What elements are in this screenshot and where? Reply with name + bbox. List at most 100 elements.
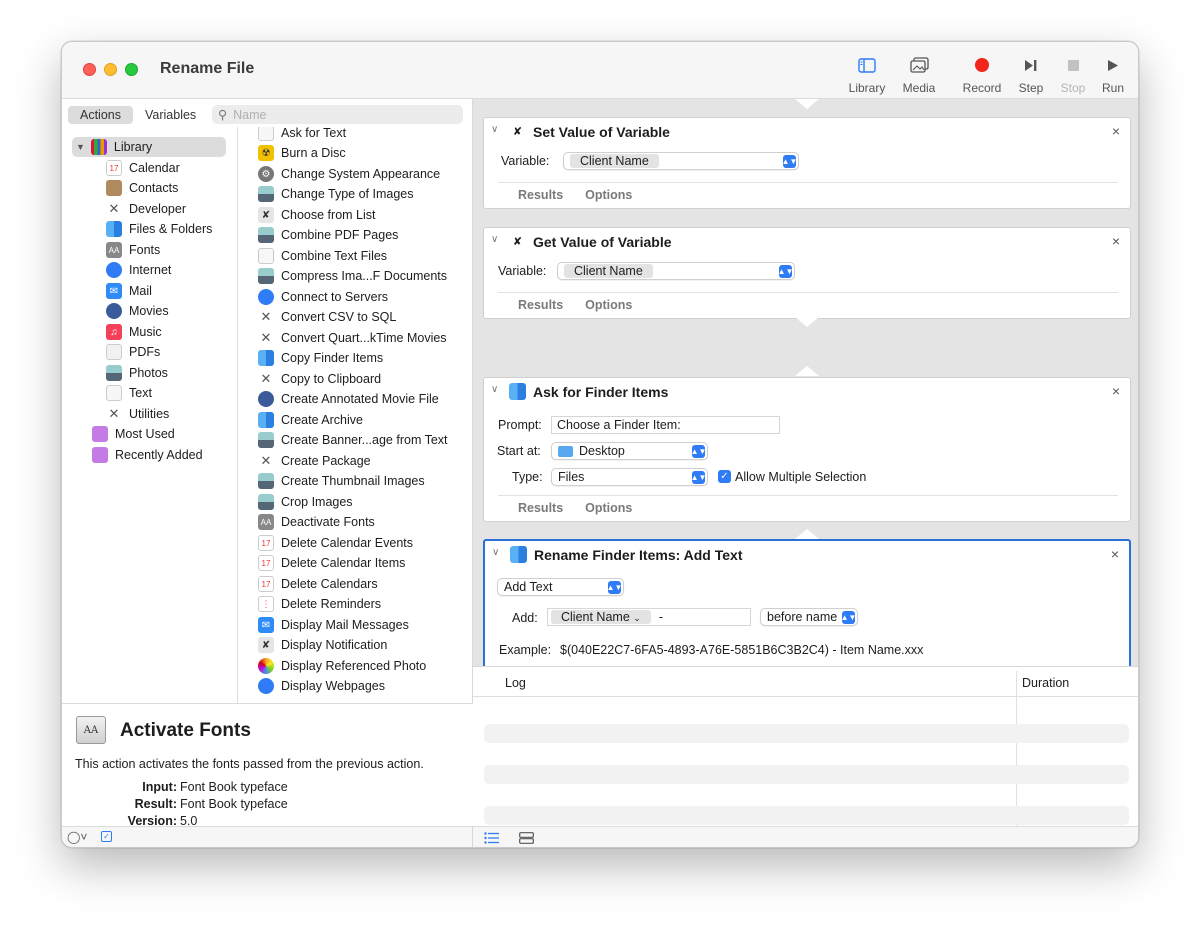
action-item[interactable]: ✘ Display Notification xyxy=(258,635,387,655)
action-item[interactable]: ⚙ Change System Appearance xyxy=(258,164,440,184)
allow-multiple-checkbox[interactable]: ✓ xyxy=(718,470,731,483)
action-card-set-variable[interactable]: ∨ ✘ Set Value of Variable × Variable: Cl… xyxy=(483,117,1131,209)
media-toolbar-button[interactable]: Media xyxy=(894,54,944,95)
library-item-label: Mail xyxy=(129,284,152,298)
variables-tab[interactable]: Variables xyxy=(133,106,208,124)
library-root-item[interactable]: ▼ Library xyxy=(72,137,226,157)
more-options-icon[interactable]: ◯˅ xyxy=(67,830,87,844)
collapse-chevron-icon[interactable]: ∨ xyxy=(491,384,498,395)
description-toggle-icon[interactable]: ✓ xyxy=(101,831,112,842)
action-item[interactable]: ☢ Burn a Disc xyxy=(258,143,346,163)
record-toolbar-button[interactable]: Record xyxy=(957,54,1007,95)
minimize-window-button[interactable] xyxy=(104,63,117,76)
results-toggle[interactable]: Results xyxy=(518,501,563,515)
action-item[interactable]: Crop Images xyxy=(258,492,353,512)
quicktime-icon xyxy=(258,391,274,407)
library-recently-added[interactable]: Recently Added xyxy=(92,445,203,465)
automator-icon: ✘ xyxy=(258,637,274,653)
variable-popup[interactable]: Client Name ▲▼ xyxy=(563,152,799,170)
action-item[interactable]: Change Type of Images xyxy=(258,184,414,204)
options-toggle[interactable]: Options xyxy=(585,501,632,515)
action-item[interactable]: Connect to Servers xyxy=(258,287,388,307)
smart-folder-icon xyxy=(92,447,108,463)
action-item[interactable]: ✕ Convert Quart...kTime Movies xyxy=(258,328,447,348)
library-item-movies[interactable]: Movies xyxy=(106,301,169,321)
action-item[interactable]: 17 Delete Calendars xyxy=(258,574,378,594)
log-panel: Log Duration xyxy=(473,666,1138,827)
library-item-contacts[interactable]: Contacts xyxy=(106,178,178,198)
split-view-icon[interactable] xyxy=(519,832,534,844)
action-item[interactable]: Create Annotated Movie File xyxy=(258,389,439,409)
variable-popup[interactable]: Client Name ▲▼ xyxy=(557,262,795,280)
action-item-label: Create Archive xyxy=(281,413,363,427)
action-item[interactable]: Combine PDF Pages xyxy=(258,225,398,245)
action-item[interactable]: Compress Ima...F Documents xyxy=(258,266,447,286)
action-card-get-variable[interactable]: ∨ ✘ Get Value of Variable × Variable: Cl… xyxy=(483,227,1131,319)
action-item[interactable]: 17 Delete Calendar Events xyxy=(258,533,413,553)
action-item[interactable]: Display Referenced Photo xyxy=(258,656,426,676)
add-text-field[interactable]: Client Name ⌄ - xyxy=(547,608,751,626)
library-most-used[interactable]: Most Used xyxy=(92,424,175,444)
library-item-utilities[interactable]: ✕ Utilities xyxy=(106,404,170,424)
action-item[interactable]: Create Archive xyxy=(258,410,363,430)
collapse-chevron-icon[interactable]: ∨ xyxy=(491,124,498,135)
actions-tab[interactable]: Actions xyxy=(68,105,133,124)
run-toolbar-button[interactable]: Run xyxy=(1088,54,1138,95)
zoom-window-button[interactable] xyxy=(125,63,138,76)
library-item-label: Photos xyxy=(129,366,168,380)
action-item[interactable]: ✕ Convert CSV to SQL xyxy=(258,307,397,327)
library-item-music[interactable]: ♫ Music xyxy=(106,322,162,342)
action-item[interactable]: ⋮ Delete Reminders xyxy=(258,594,381,614)
search-input[interactable]: ⚲ Name xyxy=(212,105,463,124)
log-column-header[interactable]: Log xyxy=(505,676,526,690)
library-item-fonts[interactable]: AA Fonts xyxy=(106,240,160,260)
options-toggle[interactable]: Options xyxy=(585,188,632,202)
library-item-text[interactable]: Text xyxy=(106,383,152,403)
variable-token[interactable]: Client Name ⌄ xyxy=(551,610,651,624)
position-popup[interactable]: before name ▲▼ xyxy=(760,608,858,626)
action-item[interactable]: Ask for Text xyxy=(258,127,346,143)
close-icon[interactable]: × xyxy=(1112,233,1120,249)
library-toolbar-button[interactable]: Library xyxy=(842,54,892,95)
collapse-chevron-icon[interactable]: ∨ xyxy=(491,234,498,245)
options-toggle[interactable]: Options xyxy=(585,298,632,312)
action-card-ask-finder-items[interactable]: ∨ Ask for Finder Items × Prompt: Choose … xyxy=(483,377,1131,522)
library-item-photos[interactable]: Photos xyxy=(106,363,168,383)
results-toggle[interactable]: Results xyxy=(518,188,563,202)
collapse-chevron-icon[interactable]: ∨ xyxy=(492,547,499,558)
library-item-mail[interactable]: ✉ Mail xyxy=(106,281,152,301)
preview-icon xyxy=(258,186,274,202)
action-item[interactable]: Combine Text Files xyxy=(258,246,387,266)
chevron-down-icon: ⌄ xyxy=(633,613,641,623)
action-item[interactable]: AA Deactivate Fonts xyxy=(258,512,375,532)
action-item[interactable]: Create Banner...age from Text xyxy=(258,430,448,450)
close-icon[interactable]: × xyxy=(1111,546,1119,562)
library-item-calendar[interactable]: 17 Calendar xyxy=(106,158,180,178)
close-window-button[interactable] xyxy=(83,63,96,76)
automator-window: Rename File Library Media Record Step St… xyxy=(61,41,1139,848)
rename-mode-popup[interactable]: Add Text ▲▼ xyxy=(497,578,624,596)
close-icon[interactable]: × xyxy=(1112,383,1120,399)
action-item[interactable]: Copy Finder Items xyxy=(258,348,383,368)
action-item[interactable]: Create Thumbnail Images xyxy=(258,471,425,491)
close-icon[interactable]: × xyxy=(1112,123,1120,139)
start-at-popup[interactable]: Desktop ▲▼ xyxy=(551,442,708,460)
prompt-field[interactable]: Choose a Finder Item: xyxy=(551,416,780,434)
library-item-developer[interactable]: ✕ Developer xyxy=(106,199,186,219)
record-icon xyxy=(975,58,989,72)
type-popup[interactable]: Files ▲▼ xyxy=(551,468,708,486)
action-item[interactable]: 17 Delete Calendar Items xyxy=(258,553,405,573)
library-item-pdfs[interactable]: PDFs xyxy=(106,342,160,362)
action-item[interactable]: ✉ Display Mail Messages xyxy=(258,615,409,635)
list-view-icon[interactable] xyxy=(484,832,499,844)
action-item[interactable]: ✕ Create Package xyxy=(258,451,371,471)
photos-app-icon xyxy=(258,658,274,674)
library-item-internet[interactable]: Internet xyxy=(106,260,171,280)
action-item[interactable]: Display Webpages xyxy=(258,676,385,696)
results-toggle[interactable]: Results xyxy=(518,298,563,312)
action-item[interactable]: ✘ Choose from List xyxy=(258,205,375,225)
duration-column-header[interactable]: Duration xyxy=(1022,676,1069,690)
action-item[interactable]: ✕ Copy to Clipboard xyxy=(258,369,382,389)
action-title: Rename Finder Items: Add Text xyxy=(534,547,743,563)
library-item-files-folders[interactable]: Files & Folders xyxy=(106,219,212,239)
